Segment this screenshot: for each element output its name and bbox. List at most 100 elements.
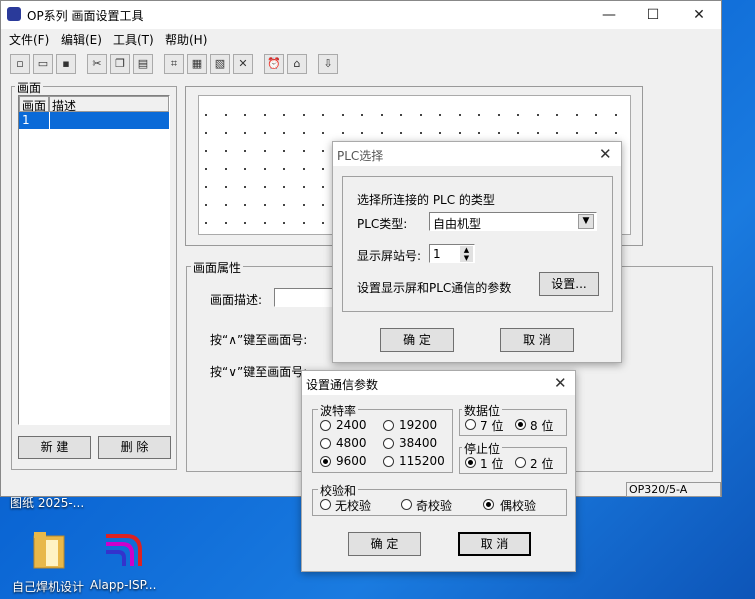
open-folder-icon[interactable]: ▭	[33, 54, 53, 74]
screen-list[interactable]: 画面 描述 1	[18, 95, 170, 425]
maximize-button[interactable]: ☐	[631, 1, 675, 29]
spin-up-icon[interactable]: ▲	[460, 246, 473, 254]
grid-dot	[263, 222, 266, 224]
properties-group-title: 画面属性	[191, 259, 244, 276]
menu-help[interactable]: 帮助(H)	[165, 31, 207, 48]
grid-dot	[322, 150, 324, 152]
baud-radio-38400[interactable]	[383, 438, 394, 449]
baud-radio-115200[interactable]	[383, 456, 394, 467]
grid-dot	[283, 186, 285, 188]
plc-type-select[interactable]: 自由机型 ▼	[429, 212, 597, 231]
chevron-down-icon[interactable]: ▼	[578, 214, 594, 229]
folder-icon[interactable]	[32, 530, 66, 570]
grid-dot	[400, 114, 402, 116]
grid-dot	[556, 132, 558, 134]
baud-radio-4800[interactable]	[320, 438, 331, 449]
grid-dot	[322, 222, 324, 224]
baud-label-2400[interactable]: 2400	[336, 418, 367, 432]
grid-dot	[263, 186, 266, 188]
stop-radio-2[interactable]	[515, 457, 526, 468]
stop-label-1[interactable]: 1 位	[480, 455, 503, 472]
new-file-icon[interactable]: ▫	[10, 54, 30, 74]
plc-dialog-close-button[interactable]: ✕	[599, 145, 612, 163]
transfer-icon[interactable]: ⇩	[318, 54, 338, 74]
baud-radio-9600[interactable]	[320, 456, 331, 467]
close-button[interactable]: ✕	[677, 1, 721, 29]
grid-dot	[478, 114, 480, 116]
parity-label-none[interactable]: 无校验	[335, 497, 371, 514]
parity-radio-none[interactable]	[320, 499, 331, 510]
parity-radio-even[interactable]	[483, 499, 494, 510]
plc-cancel-button[interactable]: 取 消	[500, 328, 574, 352]
stop-radio-1[interactable]	[465, 457, 476, 468]
station-spinner[interactable]: 1 ▲ ▼	[429, 244, 475, 263]
column-header-desc[interactable]: 描述	[49, 96, 169, 113]
grid-dot	[614, 132, 617, 134]
grid-dot	[497, 114, 500, 116]
baud-label-38400[interactable]: 38400	[399, 436, 437, 450]
tool-icon-3[interactable]: ▧	[210, 54, 230, 74]
tool-icon-4[interactable]: ✕	[233, 54, 253, 74]
parity-label-even[interactable]: 偶校验	[500, 497, 536, 514]
grid-dot	[205, 150, 207, 152]
baud-label-115200[interactable]: 115200	[399, 454, 445, 468]
baud-radio-2400[interactable]	[320, 420, 331, 431]
stop-label-2[interactable]: 2 位	[530, 455, 553, 472]
save-icon[interactable]: ▪	[56, 54, 76, 74]
comm-dialog-close-button[interactable]: ✕	[554, 374, 567, 392]
grid-dot	[595, 114, 597, 116]
grid-dot	[419, 114, 422, 116]
grid-dot	[283, 168, 285, 170]
baud-label-4800[interactable]: 4800	[336, 436, 367, 450]
parity-radio-odd[interactable]	[401, 499, 412, 510]
grid-dot	[283, 132, 285, 134]
tool-icon-1[interactable]: ⌗	[164, 54, 184, 74]
minimize-button[interactable]: —	[587, 1, 631, 29]
down-key-label: 按“∨”键至画面号:	[210, 365, 308, 379]
plc-type-label: PLC类型:	[357, 217, 408, 231]
grid-dot	[497, 132, 500, 134]
delete-screen-button[interactable]: 删 除	[98, 436, 171, 459]
new-screen-button[interactable]: 新 建	[18, 436, 91, 459]
grid-dot	[322, 204, 324, 206]
grid-dot	[263, 168, 266, 170]
data-radio-7[interactable]	[465, 419, 476, 430]
grid-dot	[244, 132, 246, 134]
grid-dot	[302, 186, 305, 188]
app-icon[interactable]	[102, 530, 146, 572]
grid-dot	[302, 204, 305, 206]
plc-dialog-titlebar: PLC选择 ✕	[333, 142, 621, 166]
grid-dot	[595, 132, 597, 134]
grid-dot	[224, 132, 227, 134]
grid-dot	[244, 168, 246, 170]
grid-dot	[263, 150, 266, 152]
grid-dot	[439, 114, 441, 116]
column-header-screen[interactable]: 画面	[19, 96, 49, 113]
menu-file[interactable]: 文件(F)	[9, 31, 49, 48]
desktop-icon-label-2[interactable]: Alapp-ISP...	[90, 578, 156, 592]
data-label-7[interactable]: 7 位	[480, 417, 503, 434]
baud-radio-19200[interactable]	[383, 420, 394, 431]
settings-button[interactable]: 设置...	[539, 272, 599, 296]
grid-dot	[302, 114, 305, 116]
menu-edit[interactable]: 编辑(E)	[61, 31, 102, 48]
parity-label-odd[interactable]: 奇校验	[416, 497, 452, 514]
plc-ok-button[interactable]: 确 定	[380, 328, 454, 352]
tool-icon-2[interactable]: ▦	[187, 54, 207, 74]
baud-label-9600[interactable]: 9600	[336, 454, 367, 468]
copy-icon[interactable]: ❐	[110, 54, 130, 74]
data-radio-8[interactable]	[515, 419, 526, 430]
comm-cancel-button[interactable]: 取 消	[458, 532, 531, 556]
baud-label-19200[interactable]: 19200	[399, 418, 437, 432]
cut-icon[interactable]: ✂	[87, 54, 107, 74]
paste-icon[interactable]: ▤	[133, 54, 153, 74]
desktop-icon-label[interactable]: 自己焊机设计	[12, 578, 84, 595]
menu-tools[interactable]: 工具(T)	[113, 31, 154, 48]
grid-dot	[302, 132, 305, 134]
alarm-icon[interactable]: ⏰	[264, 54, 284, 74]
home-icon[interactable]: ⌂	[287, 54, 307, 74]
table-row[interactable]: 1	[19, 112, 169, 129]
data-label-8[interactable]: 8 位	[530, 417, 553, 434]
spin-down-icon[interactable]: ▼	[460, 254, 473, 262]
comm-ok-button[interactable]: 确 定	[348, 532, 421, 556]
